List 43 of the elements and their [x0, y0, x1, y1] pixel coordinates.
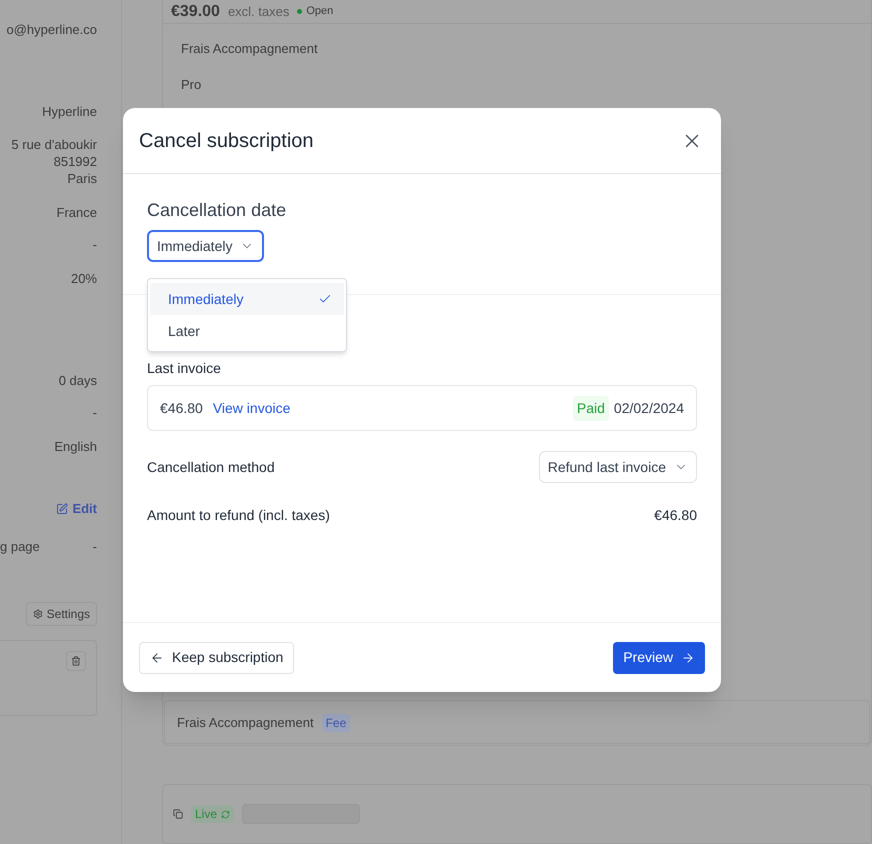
field-label: Cancellation method — [147, 458, 275, 476]
dropdown-option[interactable]: Later — [150, 315, 344, 347]
section-title: Cancellation date — [147, 199, 288, 222]
detail-value: Paris — [66, 171, 97, 187]
product-name: Frais Accompagnement — [177, 714, 314, 732]
detail-value: 5 rue d'aboukir — [10, 137, 97, 153]
detail-label: g page — [0, 539, 40, 555]
status-badge: Live — [191, 805, 234, 823]
detail-value: 20% — [70, 271, 97, 287]
date-select[interactable]: Immediately — [147, 230, 264, 262]
detail-value: 851992 — [52, 154, 97, 170]
keep-subscription-button[interactable]: Keep subscription — [139, 642, 294, 674]
detail-value: o@hyperline.co — [5, 22, 97, 38]
invoice-amount: €46.80 — [160, 398, 203, 418]
arrow-right-icon — [681, 650, 695, 664]
detail-value: - — [92, 539, 97, 555]
method-select[interactable]: Refund last invoice — [538, 451, 697, 483]
detail-value: English — [53, 439, 97, 455]
subscription-price: €39.00 — [171, 2, 220, 22]
detail-value: Hyperline — [41, 104, 97, 120]
status-badge: Paid — [572, 396, 609, 420]
invoice-date: 02/02/2024 — [614, 398, 684, 418]
detail-value: 0 days — [58, 373, 97, 389]
edit-icon — [56, 503, 68, 515]
status-badge: Open — [297, 3, 334, 20]
price-note: excl. taxes — [228, 2, 290, 21]
preview-button[interactable]: Preview — [613, 642, 705, 674]
detail-value: - — [92, 237, 97, 253]
field-label: Amount to refund (incl. taxes) — [147, 506, 330, 525]
copy-icon[interactable] — [173, 809, 183, 819]
line-item: Pro — [180, 76, 202, 94]
dialog-title: Cancel subscription — [139, 128, 314, 154]
settings-button[interactable]: Settings — [26, 602, 97, 626]
line-item: Frais Accompagnement — [180, 40, 319, 58]
refund-amount: €46.80 — [654, 506, 697, 525]
view-invoice-link[interactable]: View invoice — [212, 398, 290, 418]
product-tag: Fee — [322, 714, 350, 732]
dropdown-option[interactable]: Immediately — [150, 283, 344, 315]
delete-icon[interactable] — [66, 651, 86, 671]
settings-icon — [32, 609, 43, 619]
field-label: Last invoice — [147, 359, 222, 377]
detail-value: - — [92, 405, 97, 421]
detail-value: France — [56, 205, 97, 221]
